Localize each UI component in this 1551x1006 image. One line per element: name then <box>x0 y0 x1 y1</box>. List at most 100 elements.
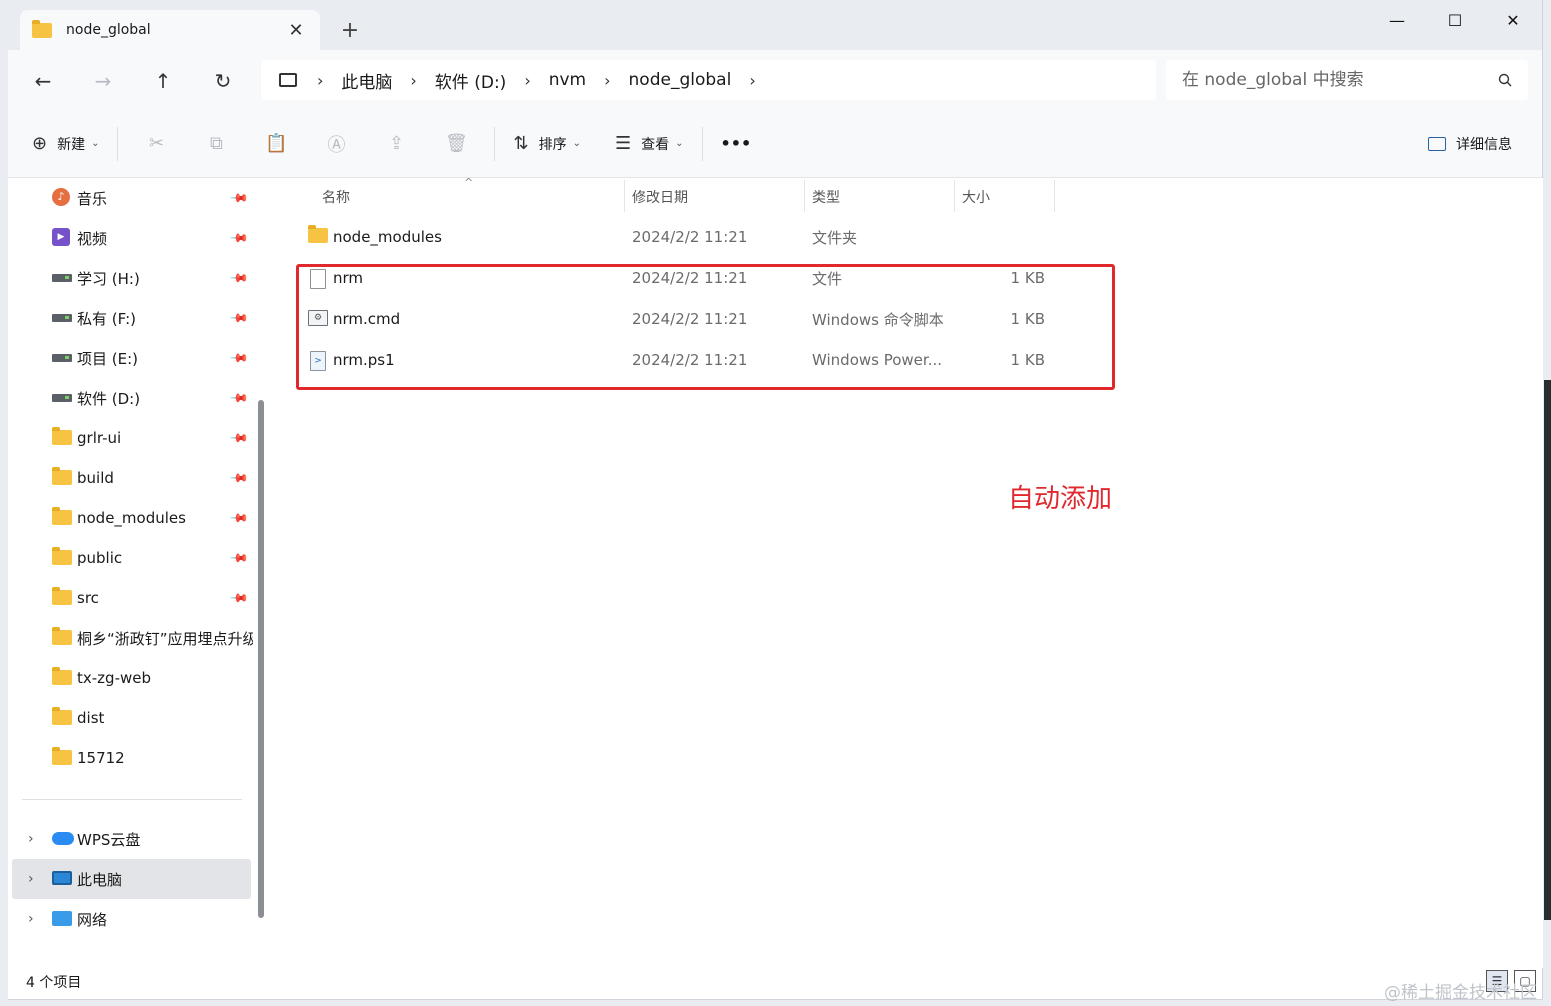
sidebar-item[interactable]: 私有 (F:) 📌 <box>8 298 258 338</box>
sidebar-location[interactable]: › WPS云盘 <box>8 819 258 859</box>
folder-icon <box>52 507 72 525</box>
sidebar-item-label: node_modules <box>77 509 186 527</box>
breadcrumb-separator[interactable]: › <box>317 71 323 90</box>
sidebar-item-label: 音乐 <box>77 189 108 208</box>
sidebar-location[interactable]: › 此电脑 <box>12 859 251 899</box>
sidebar-item[interactable]: ♪ 音乐 📌 <box>8 178 258 218</box>
more-options-button[interactable]: ••• <box>711 126 762 162</box>
tab-node-global[interactable]: node_global ✕ <box>20 10 320 50</box>
file-type: 文件夹 <box>812 228 858 247</box>
column-divider[interactable] <box>954 180 955 212</box>
rename-icon[interactable]: Ⓐ <box>306 131 366 157</box>
column-header-date[interactable]: 修改日期 <box>632 180 688 214</box>
sidebar-item[interactable]: ▶ 视频 📌 <box>8 218 258 258</box>
sidebar-scrollbar[interactable] <box>258 400 264 918</box>
column-header-name[interactable]: 名称 <box>322 180 350 214</box>
refresh-button[interactable]: ↻ <box>208 66 238 96</box>
search-input[interactable] <box>1182 70 1498 90</box>
chevron-right-icon[interactable]: › <box>28 871 34 887</box>
sidebar-item[interactable]: 软件 (D:) 📌 <box>8 378 258 418</box>
sort-label: 排序 <box>538 136 567 153</box>
tab-title: node_global <box>66 22 151 38</box>
sidebar-item[interactable]: public 📌 <box>8 538 258 578</box>
file-name: node_modules <box>333 228 442 246</box>
sidebar-item-label: 视频 <box>77 229 108 248</box>
sidebar-location[interactable]: › 网络 <box>8 899 258 939</box>
sidebar-item[interactable]: grlr-ui 📌 <box>8 418 258 458</box>
sort-ascending-icon: ^ <box>464 176 474 189</box>
breadcrumb-nvm[interactable]: nvm <box>549 70 586 90</box>
details-pane-icon <box>1428 136 1446 151</box>
highlight-box <box>296 264 1115 390</box>
chevron-down-icon: ⌄ <box>572 138 581 149</box>
sidebar-item[interactable]: 学习 (H:) 📌 <box>8 258 258 298</box>
sidebar-item[interactable]: 桐乡“浙政钉”应用埋点升级 <box>8 618 258 658</box>
close-window-button[interactable]: ✕ <box>1484 6 1542 34</box>
plus-circle-icon: ⊕ <box>32 133 48 154</box>
sidebar-item[interactable]: 项目 (E:) 📌 <box>8 338 258 378</box>
cut-icon[interactable]: ✂ <box>126 133 186 154</box>
column-header-size[interactable]: 大小 <box>962 180 990 214</box>
sidebar-item[interactable]: 15712 <box>8 738 258 778</box>
computer-icon <box>52 871 72 885</box>
column-divider[interactable] <box>1054 180 1055 212</box>
copy-icon[interactable]: ⧉ <box>186 133 246 154</box>
sidebar-item[interactable]: src 📌 <box>8 578 258 618</box>
details-label: 详细信息 <box>1456 136 1512 153</box>
sidebar-item[interactable]: build 📌 <box>8 458 258 498</box>
minimize-button[interactable]: — <box>1368 6 1426 34</box>
cloud-icon <box>52 832 74 845</box>
chevron-right-icon[interactable]: › <box>28 831 34 847</box>
address-bar[interactable]: › 此电脑 › 软件 (D:) › nvm › node_global › <box>261 60 1156 100</box>
up-button[interactable]: ↑ <box>148 66 178 96</box>
view-lines-icon: ☰ <box>614 133 632 154</box>
toolbar-divider <box>117 126 119 161</box>
search-icon <box>1498 73 1512 87</box>
column-divider[interactable] <box>624 180 625 212</box>
sidebar-item-label: src <box>77 589 99 607</box>
file-date: 2024/2/2 11:21 <box>632 228 748 246</box>
details-pane-button[interactable]: 详细信息 <box>1418 126 1522 162</box>
view-button[interactable]: ☰ 查看 ⌄ <box>605 126 694 162</box>
sidebar-item-label: dist <box>77 709 105 727</box>
folder-icon <box>32 19 52 38</box>
navigation-pane: ♪ 音乐 📌 ▶ 视频 📌 学习 (H:) 📌 私有 (F:) 📌 项目 (E:) 📌 软件 (D:) 📌… <box>8 178 266 968</box>
search-box[interactable] <box>1166 60 1528 100</box>
status-item-count: 4 个项目 <box>26 975 82 991</box>
folder-icon <box>52 467 72 485</box>
sort-button[interactable]: ⇅ 排序 ⌄ <box>503 126 590 162</box>
new-tab-button[interactable]: + <box>338 18 362 43</box>
column-divider[interactable] <box>804 180 805 212</box>
breadcrumb-separator[interactable]: › <box>604 71 610 90</box>
back-button[interactable]: ← <box>28 66 58 96</box>
sidebar-item-label: 学习 (H:) <box>77 269 140 288</box>
breadcrumb-node-global[interactable]: node_global <box>629 70 732 90</box>
network-icon <box>52 911 72 926</box>
toolbar-divider <box>701 126 703 161</box>
tab-close-icon[interactable]: ✕ <box>284 20 308 41</box>
breadcrumb-separator[interactable]: › <box>410 71 416 90</box>
new-label: 新建 <box>57 136 86 153</box>
chevron-right-icon[interactable]: › <box>28 911 34 927</box>
file-row[interactable]: node_modules 2024/2/2 11:21 文件夹 <box>300 217 1060 257</box>
sidebar-item-label: tx-zg-web <box>77 669 151 687</box>
breadcrumb-separator[interactable]: › <box>749 71 755 90</box>
sidebar-item-label: WPS云盘 <box>77 830 141 849</box>
folder-icon <box>52 667 72 685</box>
share-icon[interactable]: ⇪ <box>366 133 426 154</box>
breadcrumb-drive-d[interactable]: 软件 (D:) <box>435 68 507 93</box>
new-button[interactable]: ⊕ 新建 ⌄ <box>22 126 109 162</box>
delete-icon[interactable]: 🗑 <box>426 133 486 154</box>
file-list: ^ 名称 修改日期 类型 大小 node_modules 2024/2/2 11:… <box>280 176 1543 968</box>
breadcrumb-this-pc[interactable]: 此电脑 <box>341 68 392 93</box>
forward-button[interactable]: → <box>88 66 118 96</box>
explorer-window: node_global ✕ + — ☐ ✕ ← → ↑ ↻ › 此电脑 › 软件… <box>8 0 1543 1000</box>
sidebar-item[interactable]: tx-zg-web <box>8 658 258 698</box>
sidebar-item[interactable]: dist <box>8 698 258 738</box>
column-header-type[interactable]: 类型 <box>812 180 840 214</box>
sidebar-item-label: 软件 (D:) <box>77 389 141 408</box>
paste-icon[interactable]: 📋 <box>246 133 306 154</box>
maximize-button[interactable]: ☐ <box>1426 6 1484 34</box>
breadcrumb-separator[interactable]: › <box>524 71 530 90</box>
sidebar-item[interactable]: node_modules 📌 <box>8 498 258 538</box>
